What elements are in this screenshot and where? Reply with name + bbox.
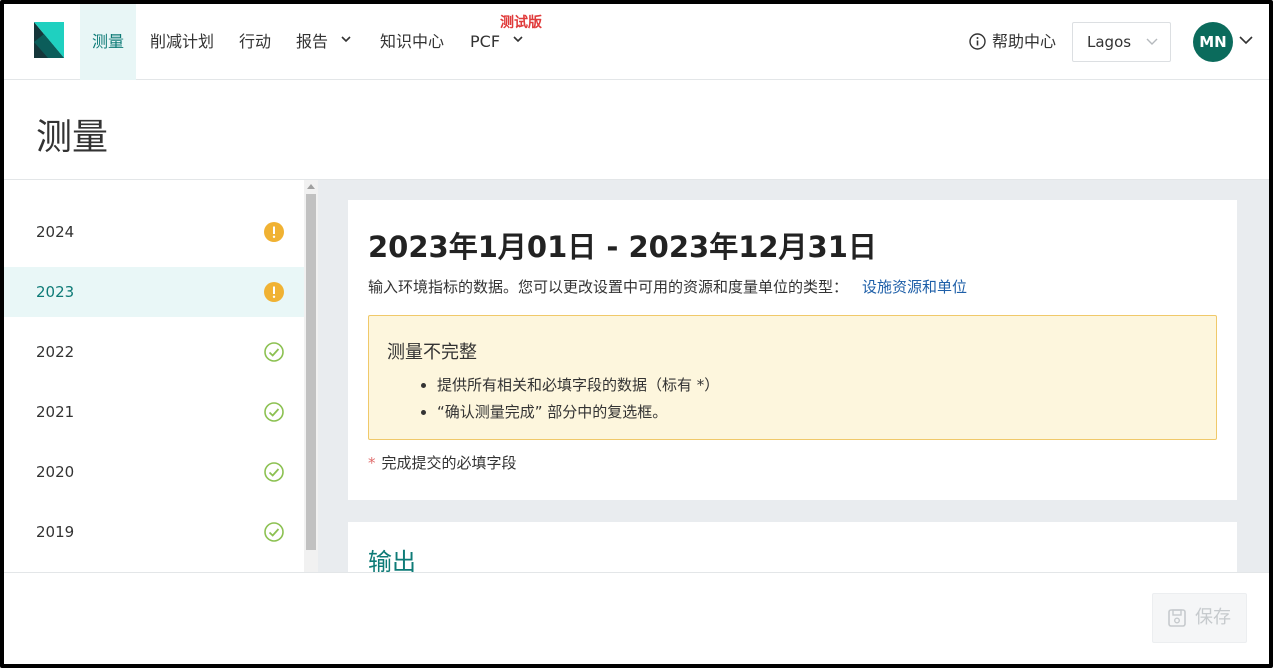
scrollbar-thumb[interactable] [306, 194, 316, 550]
section-title-output: 输出 [368, 548, 416, 572]
period-card: 2023年1月01日 - 2023年12月31日 输入环境指标的数据。您可以更改… [348, 200, 1237, 500]
output-card: 输出 [348, 522, 1237, 572]
warning-icon [264, 282, 284, 302]
chevron-down-icon [341, 36, 351, 43]
sidebar-scrollbar[interactable] [304, 180, 318, 572]
chevron-down-icon [1146, 38, 1158, 45]
warning-icon [264, 222, 284, 242]
info-icon [969, 33, 986, 50]
description: 输入环境指标的数据。您可以更改设置中可用的资源和度量单位的类型： 设施资源和单位 [368, 278, 968, 296]
sidebar-item-2021[interactable]: 2021 [4, 387, 304, 437]
alert-title: 测量不完整 [387, 342, 477, 363]
check-icon [264, 402, 284, 422]
footer-bar: 保存 [4, 572, 1269, 664]
main-content: 2023年1月01日 - 2023年12月31日 输入环境指标的数据。您可以更改… [318, 180, 1269, 572]
save-button[interactable]: 保存 [1152, 593, 1247, 643]
top-nav: 测量 削减计划 行动 报告 知识中心 PCF 测试版 帮助中心 Lagos MN [4, 4, 1269, 80]
alert-item: “确认测量完成” 部分中的复选框。 [437, 399, 719, 426]
sidebar-item-2020[interactable]: 2020 [4, 447, 304, 497]
save-icon [1168, 609, 1186, 627]
alert-list: 提供所有相关和必填字段的数据（标有 *） “确认测量完成” 部分中的复选框。 [437, 372, 719, 426]
check-icon [264, 342, 284, 362]
required-note: * 完成提交的必填字段 [368, 454, 517, 472]
year-sidebar: 2024 2023 2022 2021 2020 2019 [4, 180, 304, 572]
sidebar-item-2022[interactable]: 2022 [4, 327, 304, 377]
scroll-up-arrow-icon[interactable] [307, 184, 315, 189]
period-title: 2023年1月01日 - 2023年12月31日 [368, 230, 877, 264]
sidebar-item-2023[interactable]: 2023 [4, 267, 304, 317]
check-icon [264, 522, 284, 542]
page-header: 测量 [4, 80, 1269, 180]
nav-item-reduction-plan[interactable]: 削减计划 [150, 4, 214, 80]
incomplete-alert: 测量不完整 提供所有相关和必填字段的数据（标有 *） “确认测量完成” 部分中的… [368, 315, 1217, 440]
sidebar-item-2019[interactable]: 2019 [4, 507, 304, 557]
nav-item-measure[interactable]: 测量 [80, 4, 137, 80]
nav-item-reports[interactable]: 报告 [296, 4, 351, 80]
settings-link[interactable]: 设施资源和单位 [862, 278, 967, 296]
app-window: 测量 削减计划 行动 报告 知识中心 PCF 测试版 帮助中心 Lagos MN… [0, 0, 1273, 668]
avatar[interactable]: MN [1193, 22, 1233, 62]
required-star: * [368, 454, 376, 472]
page-title: 测量 [36, 117, 109, 158]
help-center-link[interactable]: 帮助中心 [969, 4, 1056, 80]
beta-badge: 测试版 [500, 15, 542, 31]
chevron-down-icon[interactable] [1239, 35, 1253, 45]
check-icon [264, 462, 284, 482]
chevron-down-icon [513, 36, 523, 43]
alert-item: 提供所有相关和必填字段的数据（标有 *） [437, 372, 719, 399]
nav-item-knowledge-center[interactable]: 知识中心 [380, 4, 444, 80]
nav-item-actions[interactable]: 行动 [239, 4, 271, 80]
site-selector[interactable]: Lagos [1072, 22, 1171, 62]
logo-icon[interactable] [34, 22, 64, 58]
sidebar-item-2024[interactable]: 2024 [4, 207, 304, 257]
